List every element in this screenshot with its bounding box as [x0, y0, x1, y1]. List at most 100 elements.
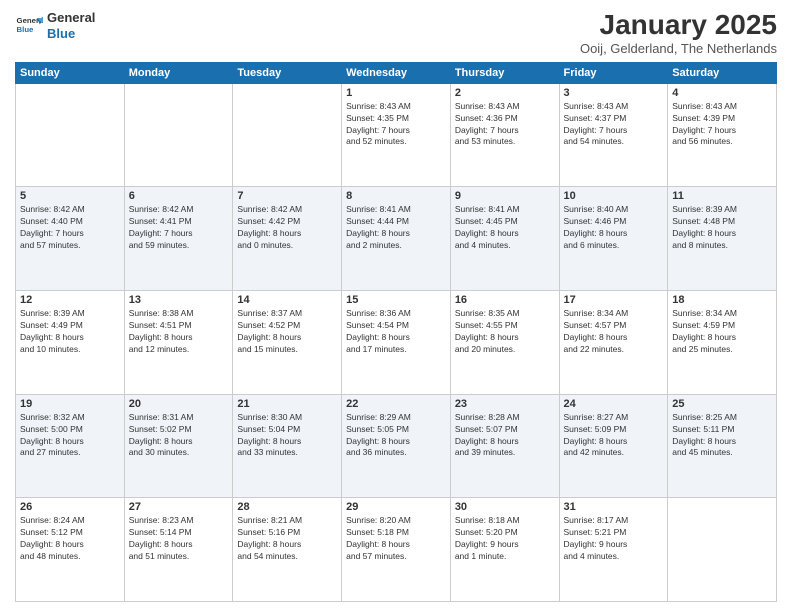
calendar-cell: 20Sunrise: 8:31 AM Sunset: 5:02 PM Dayli… — [124, 394, 233, 498]
day-header: Monday — [124, 62, 233, 83]
day-info: Sunrise: 8:43 AM Sunset: 4:35 PM Dayligh… — [346, 101, 446, 149]
calendar-cell: 2Sunrise: 8:43 AM Sunset: 4:36 PM Daylig… — [450, 83, 559, 187]
day-info: Sunrise: 8:42 AM Sunset: 4:41 PM Dayligh… — [129, 204, 229, 252]
day-header: Thursday — [450, 62, 559, 83]
day-number: 27 — [129, 501, 229, 513]
day-number: 22 — [346, 398, 446, 410]
day-number: 10 — [564, 190, 664, 202]
day-info: Sunrise: 8:28 AM Sunset: 5:07 PM Dayligh… — [455, 412, 555, 460]
day-number: 5 — [20, 190, 120, 202]
logo-line2: Blue — [47, 26, 95, 42]
calendar-cell: 27 Sunrise: 8:23 AM Sunset: 5:14 PM Dayli… — [124, 498, 233, 602]
day-info: Sunrise: 8:43 AM Sunset: 4:39 PM Dayligh… — [672, 101, 772, 149]
day-number: 18 — [672, 294, 772, 306]
day-info: Sunrise: 8:29 AM Sunset: 5:05 PM Dayligh… — [346, 412, 446, 460]
day-number: 30 — [455, 501, 555, 513]
day-info: Sunrise: 8:18 AM Sunset: 5:20 PM Dayligh… — [455, 515, 555, 563]
day-number: 16 — [455, 294, 555, 306]
day-info: Sunrise: 8:40 AM Sunset: 4:46 PM Dayligh… — [564, 204, 664, 252]
calendar-cell: 28 Sunrise: 8:21 AM Sunset: 5:16 PM Dayli… — [233, 498, 342, 602]
day-number: 15 — [346, 294, 446, 306]
calendar-week-row: 19 Sunrise: 8:32 AM Sunset: 5:00 PM Dayli… — [16, 394, 777, 498]
day-info: Sunrise: 8:42 AM Sunset: 4:40 PM Dayligh… — [20, 204, 120, 252]
day-number: 14 — [237, 294, 337, 306]
svg-text:Blue: Blue — [17, 25, 35, 34]
day-info: Sunrise: 8:27 AM Sunset: 5:09 PM Dayligh… — [564, 412, 664, 460]
day-info: Sunrise: 8:23 AM Sunset: 5:14 PM Dayligh… — [129, 515, 229, 563]
month-title: January 2025 — [580, 10, 777, 41]
calendar-header-row: SundayMondayTuesdayWednesdayThursdayFrid… — [16, 62, 777, 83]
day-header: Wednesday — [342, 62, 451, 83]
day-info: Sunrise: 8:20 AM Sunset: 5:18 PM Dayligh… — [346, 515, 446, 563]
day-info: Sunrise: 8:25 AM Sunset: 5:11 PM Dayligh… — [672, 412, 772, 460]
day-info: Sunrise: 8:35 AM Sunset: 4:55 PM Dayligh… — [455, 308, 555, 356]
logo-icon: General Blue — [15, 12, 43, 40]
day-number: 7 — [237, 190, 337, 202]
day-header: Friday — [559, 62, 668, 83]
day-info: Sunrise: 8:43 AM Sunset: 4:36 PM Dayligh… — [455, 101, 555, 149]
day-number: 25 — [672, 398, 772, 410]
calendar-cell: 21 Sunrise: 8:30 AM Sunset: 5:04 PM Dayli… — [233, 394, 342, 498]
day-info: Sunrise: 8:41 AM Sunset: 4:45 PM Dayligh… — [455, 204, 555, 252]
day-info: Sunrise: 8:21 AM Sunset: 5:16 PM Dayligh… — [237, 515, 337, 563]
day-number: 8 — [346, 190, 446, 202]
calendar-week-row: 12 Sunrise: 8:39 AM Sunset: 4:49 PM Dayli… — [16, 291, 777, 395]
logo-text: General Blue — [47, 10, 95, 41]
calendar-cell: 8 Sunrise: 8:41 AM Sunset: 4:44 PM Daylig… — [342, 187, 451, 291]
day-info: Sunrise: 8:39 AM Sunset: 4:49 PM Dayligh… — [20, 308, 120, 356]
calendar-cell: 26 Sunrise: 8:24 AM Sunset: 5:12 PM Dayli… — [16, 498, 125, 602]
day-info: Sunrise: 8:34 AM Sunset: 4:57 PM Dayligh… — [564, 308, 664, 356]
day-info: Sunrise: 8:38 AM Sunset: 4:51 PM Dayligh… — [129, 308, 229, 356]
logo: General Blue General Blue — [15, 10, 95, 41]
calendar-cell: 10 Sunrise: 8:40 AM Sunset: 4:46 PM Dayli… — [559, 187, 668, 291]
calendar-cell: 29 Sunrise: 8:20 AM Sunset: 5:18 PM Dayli… — [342, 498, 451, 602]
day-number: 28 — [237, 501, 337, 513]
calendar-cell: 14 Sunrise: 8:37 AM Sunset: 4:52 PM Dayli… — [233, 291, 342, 395]
day-number: 26 — [20, 501, 120, 513]
day-number: 17 — [564, 294, 664, 306]
day-info: Sunrise: 8:32 AM Sunset: 5:00 PM Dayligh… — [20, 412, 120, 460]
title-block: January 2025 Ooij, Gelderland, The Nethe… — [580, 10, 777, 56]
calendar-cell — [668, 498, 777, 602]
calendar-week-row: 1Sunrise: 8:43 AM Sunset: 4:35 PM Daylig… — [16, 83, 777, 187]
calendar-week-row: 5 Sunrise: 8:42 AM Sunset: 4:40 PM Daylig… — [16, 187, 777, 291]
day-info: Sunrise: 8:43 AM Sunset: 4:37 PM Dayligh… — [564, 101, 664, 149]
day-info: Sunrise: 8:31 AM Sunset: 5:02 PM Dayligh… — [129, 412, 229, 460]
day-info: Sunrise: 8:30 AM Sunset: 5:04 PM Dayligh… — [237, 412, 337, 460]
calendar-cell: 23 Sunrise: 8:28 AM Sunset: 5:07 PM Dayli… — [450, 394, 559, 498]
calendar-week-row: 26 Sunrise: 8:24 AM Sunset: 5:12 PM Dayli… — [16, 498, 777, 602]
calendar-cell: 7 Sunrise: 8:42 AM Sunset: 4:42 PM Daylig… — [233, 187, 342, 291]
calendar-cell: 9 Sunrise: 8:41 AM Sunset: 4:45 PM Daylig… — [450, 187, 559, 291]
day-info: Sunrise: 8:42 AM Sunset: 4:42 PM Dayligh… — [237, 204, 337, 252]
day-info: Sunrise: 8:24 AM Sunset: 5:12 PM Dayligh… — [20, 515, 120, 563]
day-info: Sunrise: 8:17 AM Sunset: 5:21 PM Dayligh… — [564, 515, 664, 563]
day-info: Sunrise: 8:34 AM Sunset: 4:59 PM Dayligh… — [672, 308, 772, 356]
day-info: Sunrise: 8:39 AM Sunset: 4:48 PM Dayligh… — [672, 204, 772, 252]
day-info: Sunrise: 8:37 AM Sunset: 4:52 PM Dayligh… — [237, 308, 337, 356]
calendar-cell: 25 Sunrise: 8:25 AM Sunset: 5:11 PM Dayli… — [668, 394, 777, 498]
calendar-cell: 3Sunrise: 8:43 AM Sunset: 4:37 PM Daylig… — [559, 83, 668, 187]
calendar-cell: 30 Sunrise: 8:18 AM Sunset: 5:20 PM Dayli… — [450, 498, 559, 602]
day-number: 23 — [455, 398, 555, 410]
calendar-cell: 13 Sunrise: 8:38 AM Sunset: 4:51 PM Dayli… — [124, 291, 233, 395]
calendar-cell: 16 Sunrise: 8:35 AM Sunset: 4:55 PM Dayli… — [450, 291, 559, 395]
day-number: 29 — [346, 501, 446, 513]
page: General Blue General Blue January 2025 O… — [0, 0, 792, 612]
day-number: 19 — [20, 398, 120, 410]
calendar-cell: 5 Sunrise: 8:42 AM Sunset: 4:40 PM Daylig… — [16, 187, 125, 291]
subtitle: Ooij, Gelderland, The Netherlands — [580, 41, 777, 56]
day-number: 21 — [237, 398, 337, 410]
calendar-table: SundayMondayTuesdayWednesdayThursdayFrid… — [15, 62, 777, 602]
calendar-cell — [233, 83, 342, 187]
day-number: 11 — [672, 190, 772, 202]
day-info: Sunrise: 8:41 AM Sunset: 4:44 PM Dayligh… — [346, 204, 446, 252]
calendar-cell: 19 Sunrise: 8:32 AM Sunset: 5:00 PM Dayli… — [16, 394, 125, 498]
logo-line1: General — [47, 10, 95, 26]
calendar-cell — [16, 83, 125, 187]
header: General Blue General Blue January 2025 O… — [15, 10, 777, 56]
day-number: 31 — [564, 501, 664, 513]
day-number: 4 — [672, 87, 772, 99]
day-number: 13 — [129, 294, 229, 306]
day-number: 9 — [455, 190, 555, 202]
day-number: 12 — [20, 294, 120, 306]
